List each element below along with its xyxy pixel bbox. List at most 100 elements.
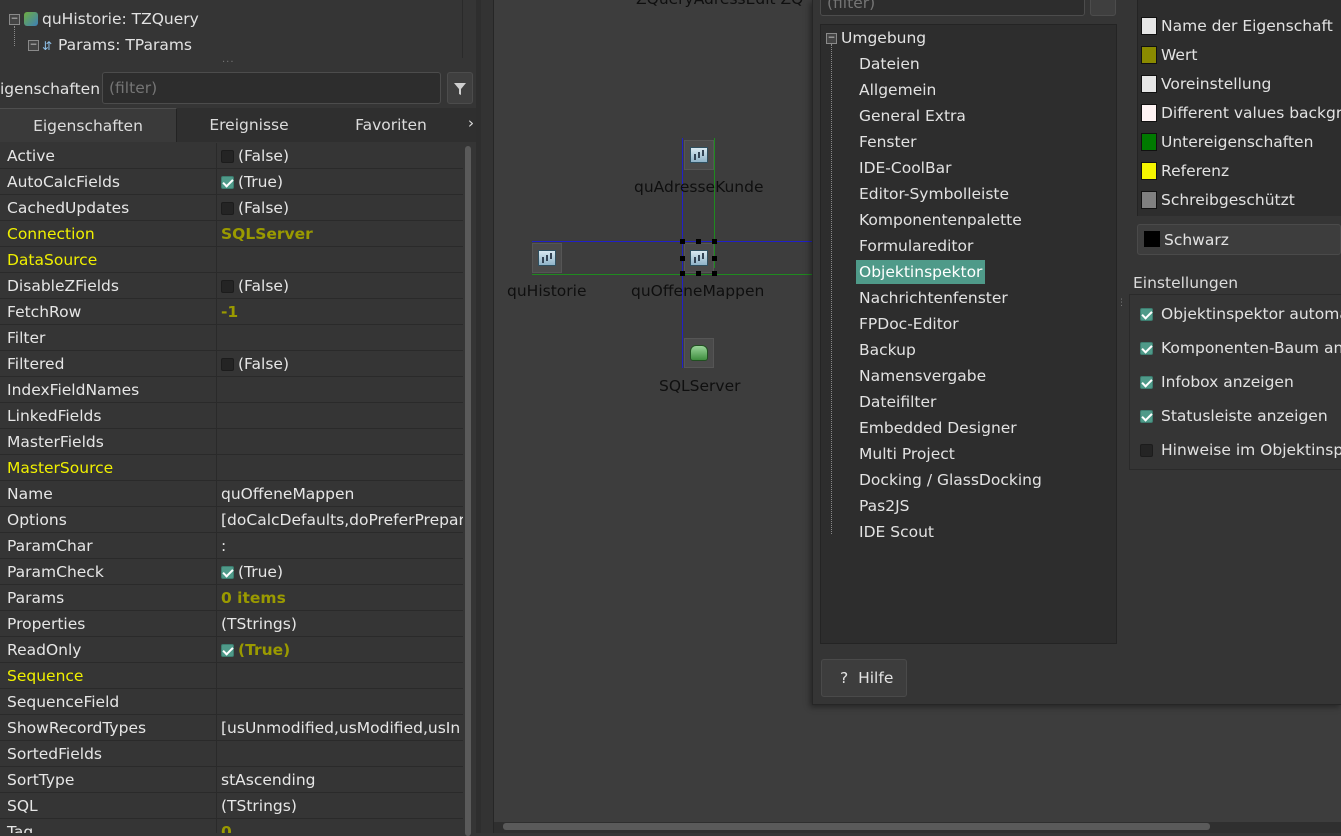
tree-item-params[interactable]: ⇵ Params: TParams — [42, 33, 192, 57]
property-value[interactable] — [217, 455, 463, 480]
settings-checkbox[interactable] — [1140, 410, 1153, 423]
settings-checkbox-row[interactable]: Komponenten-Baum an — [1140, 335, 1341, 361]
clear-filter-button[interactable] — [1090, 0, 1116, 16]
property-value[interactable] — [217, 429, 463, 454]
tree-item-option[interactable]: Dateien — [856, 52, 923, 76]
property-value[interactable]: (False) — [217, 143, 463, 168]
collapse-icon[interactable]: − — [826, 33, 837, 44]
settings-checkbox-row[interactable]: Hinweise im Objektinspe — [1140, 437, 1341, 463]
settings-checkbox[interactable] — [1140, 444, 1153, 457]
property-row[interactable]: ParamChar: — [0, 533, 463, 559]
property-value[interactable]: [usUnmodified,usModified,usIn — [217, 715, 463, 740]
property-value[interactable]: (True) — [217, 169, 463, 194]
property-row[interactable]: ParamCheck (True) — [0, 559, 463, 585]
tree-item-option[interactable]: Editor-Symbolleiste — [856, 182, 1012, 206]
property-row[interactable]: MasterFields — [0, 429, 463, 455]
property-row[interactable]: Options [doCalcDefaults,doPreferPrepar — [0, 507, 463, 533]
tree-item-umgebung[interactable]: Umgebung — [841, 26, 926, 50]
component-quhistorie[interactable] — [532, 243, 562, 273]
property-row[interactable]: AutoCalcFields (True) — [0, 169, 463, 195]
settings-checkbox-row[interactable]: Infobox anzeigen — [1140, 369, 1294, 395]
property-row[interactable]: Filter — [0, 325, 463, 351]
property-row[interactable]: Active (False) — [0, 143, 463, 169]
property-value[interactable]: (TStrings) — [217, 611, 463, 636]
property-row[interactable]: LinkedFields — [0, 403, 463, 429]
selection-handle[interactable] — [696, 271, 701, 276]
property-value[interactable]: stAscending — [217, 767, 463, 792]
selection-handle[interactable] — [712, 239, 717, 244]
property-value[interactable]: -1 — [217, 299, 463, 324]
tree-item-option[interactable]: Docking / GlassDocking — [856, 468, 1045, 492]
property-row[interactable]: SortedFields — [0, 741, 463, 767]
property-value[interactable]: (TStrings) — [217, 793, 463, 818]
property-checkbox[interactable] — [221, 176, 234, 189]
tree-item-quhistorie[interactable]: quHistorie: TZQuery — [24, 7, 199, 31]
property-checkbox[interactable] — [221, 358, 234, 371]
settings-checkbox[interactable] — [1140, 342, 1153, 355]
tree-item-option[interactable]: Nachrichtenfenster — [856, 286, 1011, 310]
tree-item-option[interactable]: General Extra — [856, 104, 969, 128]
property-value[interactable]: (True) — [217, 559, 463, 584]
property-filter-input[interactable] — [102, 72, 441, 104]
property-row[interactable]: Name quOffeneMappen — [0, 481, 463, 507]
property-row[interactable]: MasterSource — [0, 455, 463, 481]
collapse-icon[interactable]: − — [9, 14, 20, 25]
property-value[interactable]: (False) — [217, 273, 463, 298]
property-row[interactable]: SortType stAscending — [0, 767, 463, 793]
selection-handle[interactable] — [680, 256, 685, 261]
tab-favoriten[interactable]: Favoriten — [321, 108, 461, 142]
selection-handle[interactable] — [680, 239, 685, 244]
property-row[interactable]: ShowRecordTypes [usUnmodified,usModified,… — [0, 715, 463, 741]
tree-item-option[interactable]: Pas2JS — [856, 494, 913, 518]
tree-item-option[interactable]: Komponentenpalette — [856, 208, 1025, 232]
property-value[interactable]: [doCalcDefaults,doPreferPrepar — [217, 507, 463, 532]
scrollbar-thumb[interactable] — [465, 146, 471, 836]
property-value[interactable]: SQLServer — [217, 221, 463, 246]
property-value[interactable] — [217, 689, 463, 714]
settings-checkbox-row[interactable]: Objektinspektor automa — [1140, 301, 1341, 327]
scrollbar-thumb[interactable] — [503, 823, 1210, 830]
property-checkbox[interactable] — [221, 280, 234, 293]
selection-handle[interactable] — [712, 256, 717, 261]
tree-item-option[interactable]: Embedded Designer — [856, 416, 1020, 440]
tab-eigenschaften[interactable]: Eigenschaften — [0, 108, 177, 142]
dialog-splitter[interactable]: ⋮ — [1117, 299, 1126, 330]
property-row[interactable]: DisableZFields (False) — [0, 273, 463, 299]
property-row[interactable]: Connection SQLServer — [0, 221, 463, 247]
property-value[interactable]: (True) — [217, 637, 463, 662]
property-row[interactable]: Tag 0 — [0, 819, 463, 833]
property-value[interactable] — [217, 403, 463, 428]
property-checkbox[interactable] — [221, 150, 234, 163]
property-row[interactable]: FetchRow -1 — [0, 299, 463, 325]
tree-item-option[interactable]: IDE Scout — [856, 520, 937, 544]
property-value[interactable] — [217, 325, 463, 350]
tree-item-option[interactable]: Namensvergabe — [856, 364, 989, 388]
settings-checkbox-row[interactable]: Statusleiste anzeigen — [1140, 403, 1328, 429]
property-checkbox[interactable] — [221, 566, 234, 579]
property-row[interactable]: CachedUpdates (False) — [0, 195, 463, 221]
property-row[interactable]: SequenceField — [0, 689, 463, 715]
tree-item-option[interactable]: Dateifilter — [856, 390, 939, 414]
settings-checkbox[interactable] — [1140, 376, 1153, 389]
property-value[interactable] — [217, 663, 463, 688]
tree-item-option[interactable]: Backup — [856, 338, 919, 362]
property-row[interactable]: Properties (TStrings) — [0, 611, 463, 637]
help-button[interactable]: ? Hilfe — [821, 659, 907, 697]
tab-ereignisse[interactable]: Ereignisse — [177, 108, 321, 142]
property-value[interactable] — [217, 377, 463, 402]
property-value[interactable]: (False) — [217, 195, 463, 220]
property-row[interactable]: Params 0 items — [0, 585, 463, 611]
tree-item-option[interactable]: Allgemein — [856, 78, 939, 102]
selection-handle[interactable] — [712, 271, 717, 276]
tree-item-option[interactable]: Multi Project — [856, 442, 958, 466]
options-filter-input[interactable] — [820, 0, 1085, 16]
property-checkbox[interactable] — [221, 644, 234, 657]
property-row[interactable]: IndexFieldNames — [0, 377, 463, 403]
component-sqlserver[interactable] — [684, 338, 714, 368]
property-row[interactable]: Sequence — [0, 663, 463, 689]
splitter-grip[interactable]: ··· — [222, 58, 240, 68]
property-value[interactable]: quOffeneMappen — [217, 481, 463, 506]
property-checkbox[interactable] — [221, 202, 234, 215]
collapse-icon[interactable]: − — [28, 40, 39, 51]
tree-item-option[interactable]: Formulareditor — [856, 234, 976, 258]
